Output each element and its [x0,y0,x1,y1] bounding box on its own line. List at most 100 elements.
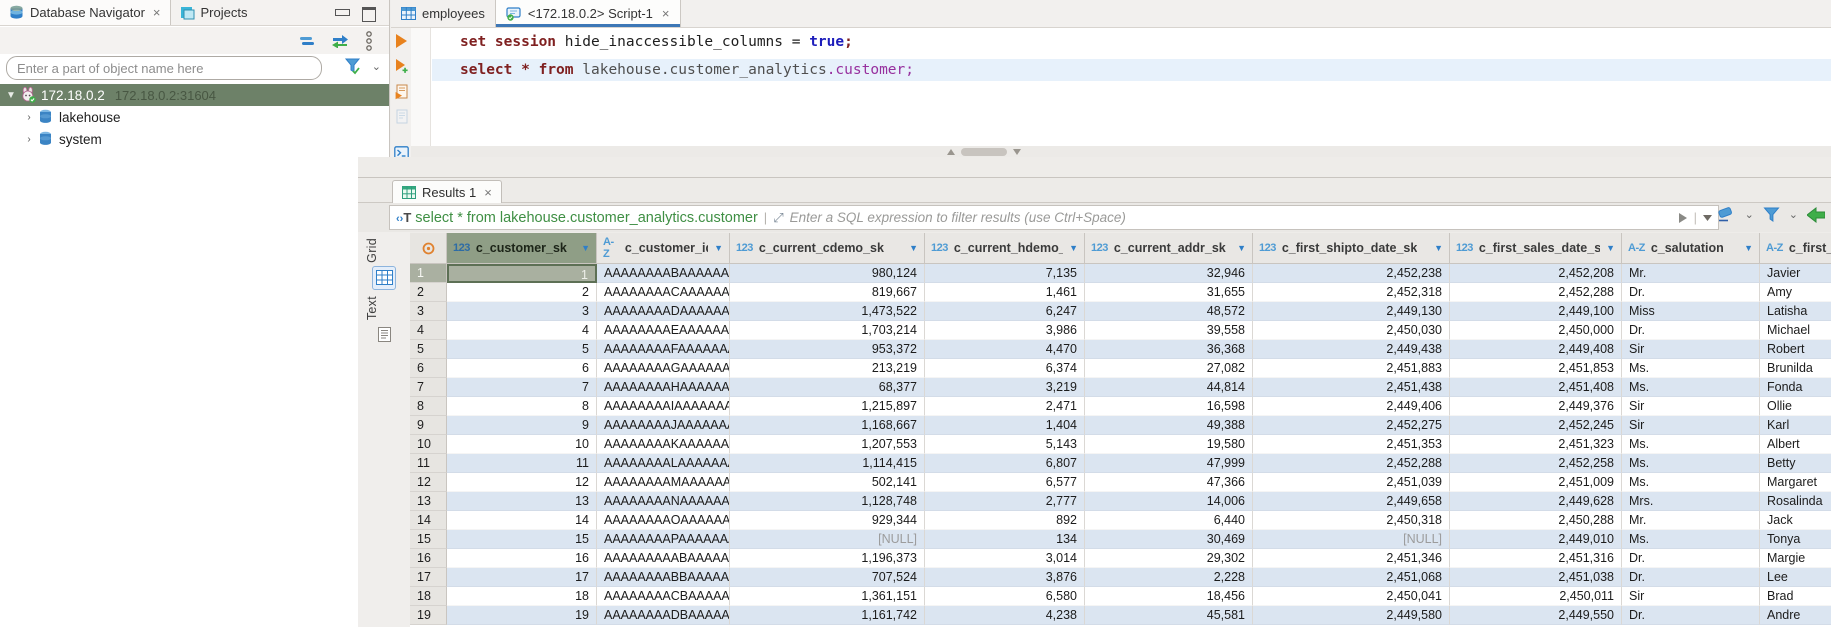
grid-cell[interactable]: Jack [1760,511,1831,530]
object-filter-input[interactable] [6,56,322,80]
tab-script-1[interactable]: <172.18.0.2> Script-1 × [495,0,681,27]
grid-cell[interactable]: AAAAAAAANAAAAAAA [597,492,730,511]
presentation-tab-grid[interactable]: Grid [358,238,410,290]
row-number[interactable]: 18 [410,587,447,606]
grid-cell[interactable]: 44,814 [1085,378,1253,397]
grid-cell[interactable]: 819,667 [730,283,925,302]
grid-cell[interactable]: 12 [447,473,597,492]
grid-cell[interactable]: 3,219 [925,378,1085,397]
grid-cell[interactable]: AAAAAAAACAAAAAAA [597,283,730,302]
row-number[interactable]: 14 [410,511,447,530]
grid-cell[interactable]: 29,302 [1085,549,1253,568]
grid-cell[interactable]: 929,344 [730,511,925,530]
grid-cell[interactable]: Ms. [1622,359,1760,378]
grid-cell[interactable]: AAAAAAAALAAAAAAA [597,454,730,473]
grid-cell[interactable]: 4,470 [925,340,1085,359]
grid-cell[interactable]: 134 [925,530,1085,549]
sql-line[interactable]: select * from lakehouse.customer_analyti… [432,59,1831,81]
collapse-arrow-icon[interactable]: › [22,112,36,123]
grid-cell[interactable]: 2,452,208 [1450,264,1622,283]
grid-cell[interactable]: Betty [1760,454,1831,473]
grid-cell[interactable]: 18 [447,587,597,606]
grid-cell[interactable]: 2,450,011 [1450,587,1622,606]
grid-cell[interactable]: [NULL] [1253,530,1450,549]
grid-cell[interactable]: 1 [447,264,597,283]
grid-cell[interactable]: Sir [1622,416,1760,435]
row-number[interactable]: 7 [410,378,447,397]
result-grid[interactable]: 123c_customer_sk▼A-Zc_customer_id▼123c_c… [410,233,1831,627]
grid-cell[interactable]: 1,461 [925,283,1085,302]
code-area[interactable]: set session hide_inaccessible_columns = … [411,28,1831,146]
grid-cell[interactable]: 2,451,353 [1253,435,1450,454]
grid-cell[interactable]: 16 [447,549,597,568]
grid-cell[interactable]: 1,473,522 [730,302,925,321]
clear-filter-icon[interactable] [1716,206,1736,223]
grid-cell[interactable]: Albert [1760,435,1831,454]
grid-cell[interactable]: 2,451,068 [1253,568,1450,587]
column-header-c_current_addr_sk[interactable]: 123c_current_addr_sk▼ [1085,233,1253,264]
grid-cell[interactable]: 1,128,748 [730,492,925,511]
grid-cell[interactable]: 2,450,030 [1253,321,1450,340]
grid-cell[interactable]: 3 [447,302,597,321]
grid-cell[interactable]: 30,469 [1085,530,1253,549]
tab-results-1[interactable]: Results 1 × [392,180,502,203]
column-header-c_current_cdemo_sk[interactable]: 123c_current_cdemo_sk▼ [730,233,925,264]
grid-cell[interactable]: Javier [1760,264,1831,283]
grid-cell[interactable]: 2,452,258 [1450,454,1622,473]
grid-cell[interactable]: 39,558 [1085,321,1253,340]
grid-cell[interactable]: 6 [447,359,597,378]
grid-cell[interactable]: AAAAAAAAGAAAAAAA [597,359,730,378]
grid-cell[interactable]: 6,807 [925,454,1085,473]
grid-cell[interactable]: AAAAAAAAFAAAAAAA [597,340,730,359]
grid-cell[interactable]: 2,777 [925,492,1085,511]
row-number[interactable]: 16 [410,549,447,568]
select-all-corner[interactable] [410,233,447,264]
chevron-down-icon[interactable]: ⌄ [372,60,381,73]
grid-cell[interactable]: [NULL] [730,530,925,549]
grid-cell[interactable]: Latisha [1760,302,1831,321]
grid-cell[interactable]: 1,196,373 [730,549,925,568]
grid-cell[interactable]: Ms. [1622,435,1760,454]
tree-item-lakehouse[interactable]: › lakehouse [0,106,389,128]
close-icon[interactable]: × [153,5,161,20]
collapse-all-icon[interactable] [299,35,315,47]
grid-cell[interactable]: Sir [1622,397,1760,416]
grid-cell[interactable]: 2,449,628 [1450,492,1622,511]
grid-cell[interactable]: 2,449,438 [1253,340,1450,359]
result-filter-input[interactable]: ‹›T select * from lakehouse.customer_ana… [389,205,1719,230]
grid-cell[interactable]: 892 [925,511,1085,530]
grid-cell[interactable]: 18,456 [1085,587,1253,606]
grid-cell[interactable]: 1,207,553 [730,435,925,454]
grid-cell[interactable]: 2,449,658 [1253,492,1450,511]
grid-cell[interactable]: Tonya [1760,530,1831,549]
grid-cell[interactable]: 2,450,288 [1450,511,1622,530]
sash-restore-up-icon[interactable] [947,149,955,155]
grid-cell[interactable]: 2,451,883 [1253,359,1450,378]
grid-cell[interactable]: Mr. [1622,264,1760,283]
grid-cell[interactable]: 3,986 [925,321,1085,340]
grid-cell[interactable]: Rosalinda [1760,492,1831,511]
grid-cell[interactable]: 2,451,346 [1253,549,1450,568]
grid-cell[interactable]: 68,377 [730,378,925,397]
grid-cell[interactable]: 17 [447,568,597,587]
column-header-c_customer_id[interactable]: A-Zc_customer_id▼ [597,233,730,264]
grid-cell[interactable]: 2,449,408 [1450,340,1622,359]
column-filter-dropdown-icon[interactable]: ▼ [575,243,590,253]
grid-cell[interactable]: 14 [447,511,597,530]
grid-cell[interactable]: Sir [1622,587,1760,606]
grid-cell[interactable]: 2,452,245 [1450,416,1622,435]
filter-history-dropdown-icon[interactable] [1703,215,1712,221]
grid-cell[interactable]: 1,361,151 [730,587,925,606]
grid-cell[interactable]: 2,451,438 [1253,378,1450,397]
grid-cell[interactable]: 48,572 [1085,302,1253,321]
grid-cell[interactable]: Michael [1760,321,1831,340]
grid-cell[interactable]: 2,451,038 [1450,568,1622,587]
row-number[interactable]: 4 [410,321,447,340]
grid-cell[interactable]: 6,440 [1085,511,1253,530]
minimize-icon[interactable] [335,7,348,18]
grid-cell[interactable]: 31,655 [1085,283,1253,302]
grid-cell[interactable]: 2,449,130 [1253,302,1450,321]
grid-cell[interactable]: 10 [447,435,597,454]
grid-cell[interactable]: Ms. [1622,473,1760,492]
grid-cell[interactable]: AAAAAAAADBAAAAAA [597,606,730,625]
